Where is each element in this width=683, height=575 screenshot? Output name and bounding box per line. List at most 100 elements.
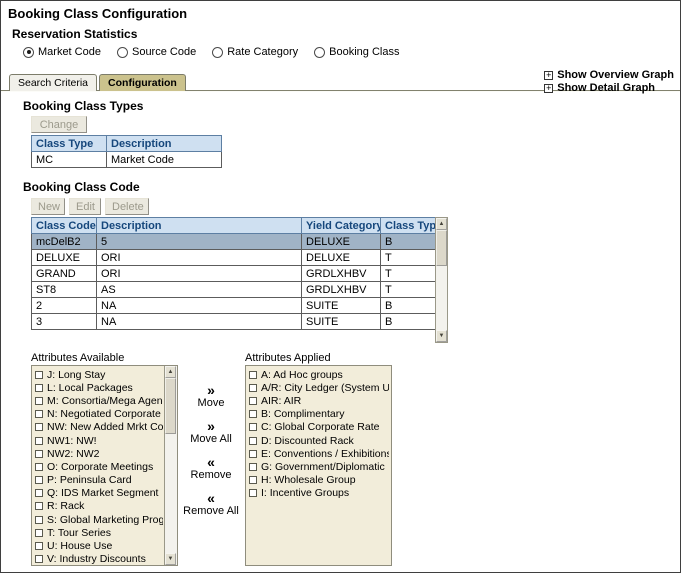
checkbox-icon[interactable] [35,463,43,471]
table-row[interactable]: GRAND ORI GRDLXHBV T [32,266,436,282]
list-item[interactable]: R: Rack [33,500,163,513]
table-row[interactable]: ST8 AS GRDLXHBV T [32,282,436,298]
list-item[interactable]: N: Negotiated Corporate [33,408,163,421]
list-item[interactable]: E: Conventions / Exhibitions [247,447,389,460]
table-row[interactable]: MC Market Code [32,152,222,168]
list-item[interactable]: J: Long Stay [33,368,163,381]
vertical-scrollbar[interactable]: ▲ ▼ [164,366,177,565]
page-title: Booking Class Configuration [8,6,187,21]
scroll-up-button[interactable]: ▲ [436,218,447,230]
checkbox-icon[interactable] [35,450,43,458]
remove-all-button[interactable]: « Remove All [183,491,239,518]
remove-button[interactable]: « Remove [191,455,232,482]
radio-booking-class[interactable]: Booking Class [314,46,399,58]
checkbox-icon[interactable] [35,371,43,379]
checkbox-icon[interactable] [35,542,43,550]
list-item-label: A/R: City Ledger (System Used) [261,382,389,394]
cell-description: ORI [97,250,302,266]
checkbox-icon[interactable] [35,516,43,524]
list-item[interactable]: S: Global Marketing Programme [33,513,163,526]
list-item[interactable]: I: Incentive Groups [247,487,389,500]
checkbox-icon[interactable] [249,397,257,405]
checkbox-icon[interactable] [249,371,257,379]
list-item[interactable]: O: Corporate Meetings [33,460,163,473]
tab-search-criteria[interactable]: Search Criteria [9,74,97,91]
remove-label: Remove [191,469,232,482]
list-item-label: NW: New Added Mrkt Code [47,421,163,433]
checkbox-icon[interactable] [35,384,43,392]
checkbox-icon[interactable] [249,450,257,458]
cell-class-type: MC [32,152,107,168]
scroll-up-button[interactable]: ▲ [165,366,176,378]
cell-yield-category: SUITE [302,298,381,314]
list-item[interactable]: V: Industry Discounts [33,553,163,564]
table-row[interactable]: DELUXE ORI DELUXE T [32,250,436,266]
radio-selected-icon [23,47,34,58]
table-row-selected[interactable]: mcDelB2 5 DELUXE B [32,234,436,250]
column-header: Description [97,218,302,234]
list-item[interactable]: B: Complimentary [247,408,389,421]
radio-icon [117,47,128,58]
cell-class-type: B [381,298,436,314]
list-item[interactable]: NW2: NW2 [33,447,163,460]
list-item[interactable]: NW: New Added Mrkt Code [33,421,163,434]
checkbox-icon[interactable] [249,463,257,471]
vertical-scrollbar[interactable]: ▲ ▼ [435,217,448,343]
checkbox-icon[interactable] [35,502,43,510]
radio-source-code[interactable]: Source Code [117,46,196,58]
checkbox-icon[interactable] [35,397,43,405]
list-item[interactable]: G: Government/Diplomatic [247,460,389,473]
checkbox-icon[interactable] [35,476,43,484]
scroll-thumb[interactable] [165,378,176,434]
list-item[interactable]: C: Global Corporate Rate [247,421,389,434]
cell-yield-category: GRDLXHBV [302,266,381,282]
scroll-down-button[interactable]: ▼ [165,553,176,565]
list-item[interactable]: L: Local Packages [33,381,163,394]
checkbox-icon[interactable] [35,489,43,497]
list-item[interactable]: T: Tour Series [33,526,163,539]
checkbox-icon[interactable] [249,423,257,431]
list-item[interactable]: M: Consortia/Mega Agencies [33,394,163,407]
delete-button[interactable]: Delete [105,198,149,215]
booking-class-code-heading: Booking Class Code [23,180,140,194]
checkbox-icon[interactable] [249,410,257,418]
list-item[interactable]: H: Wholesale Group [247,474,389,487]
remove-all-label: Remove All [183,505,239,518]
checkbox-icon[interactable] [35,410,43,418]
checkbox-icon[interactable] [249,476,257,484]
scroll-thumb[interactable] [436,230,447,266]
checkbox-icon[interactable] [35,529,43,537]
radio-market-code[interactable]: Market Code [23,46,101,58]
cell-yield-category: GRDLXHBV [302,282,381,298]
list-item[interactable]: U: House Use [33,539,163,552]
checkbox-icon[interactable] [35,437,43,445]
move-all-button[interactable]: » Move All [190,419,232,446]
change-button[interactable]: Change [31,116,87,133]
edit-button[interactable]: Edit [69,198,101,215]
list-item[interactable]: A: Ad Hoc groups [247,368,389,381]
show-detail-graph-link[interactable]: + Show Detail Graph [544,82,674,94]
list-item[interactable]: A/R: City Ledger (System Used) [247,381,389,394]
checkbox-icon[interactable] [249,437,257,445]
list-item-label: H: Wholesale Group [261,474,356,486]
radio-rate-category[interactable]: Rate Category [212,46,298,58]
checkbox-icon[interactable] [35,423,43,431]
table-row[interactable]: 2 NA SUITE B [32,298,436,314]
attributes-applied-label: Attributes Applied [245,352,331,364]
attributes-available-listbox: J: Long Stay L: Local Packages M: Consor… [31,365,178,566]
checkbox-icon[interactable] [35,555,43,563]
list-item[interactable]: D: Discounted Rack [247,434,389,447]
show-overview-graph-link[interactable]: + Show Overview Graph [544,69,674,81]
scroll-down-button[interactable]: ▼ [436,330,447,342]
list-item[interactable]: NW1: NW! [33,434,163,447]
list-item[interactable]: AIR: AIR [247,394,389,407]
new-button[interactable]: New [31,198,65,215]
list-item[interactable]: P: Peninsula Card [33,474,163,487]
tab-configuration[interactable]: Configuration [99,74,186,91]
move-button[interactable]: » Move [198,383,225,410]
table-row[interactable]: 3 NA SUITE B [32,314,436,330]
glink-label: Show Detail Graph [557,82,655,94]
checkbox-icon[interactable] [249,489,257,497]
checkbox-icon[interactable] [249,384,257,392]
list-item[interactable]: Q: IDS Market Segment [33,487,163,500]
